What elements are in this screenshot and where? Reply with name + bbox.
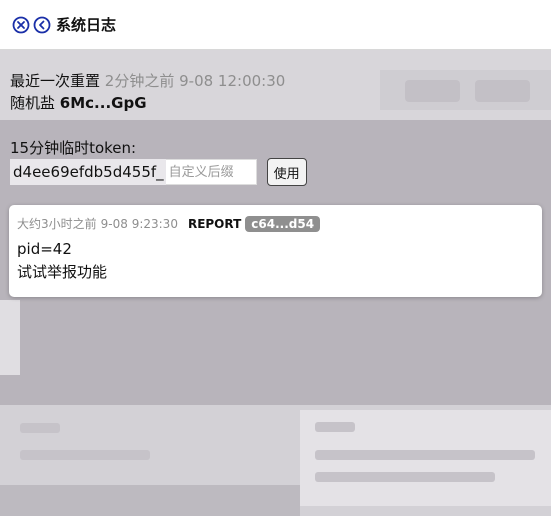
token-row: d4ee69efdb5d455f_ 使用 [10,158,307,186]
token-suffix-input[interactable] [165,159,257,185]
token-value: d4ee69efdb5d455f_ [10,159,166,185]
salt-value: 6Mc...GpG [59,94,147,112]
salt-row: 随机盐 6Mc...GpG [10,92,540,114]
background-panel [0,300,20,375]
background-panel [0,485,300,516]
log-line: 试试举报功能 [17,263,108,281]
close-icon[interactable] [12,16,30,34]
log-entry-card: 大约3小时之前 9-08 9:23:30 REPORT c64...d54 pi… [9,205,542,297]
background-panel [300,410,551,506]
use-token-button[interactable]: 使用 [266,158,307,186]
background-line [315,422,355,432]
reset-timestamp: 9-08 12:00:30 [179,72,286,90]
background-line [20,423,60,433]
log-line: pid=42 [17,240,72,258]
reset-label: 最近一次重置 [10,72,101,90]
background-line [20,450,150,460]
header-bar: 系统日志 [0,0,551,50]
reset-relative-time: 2分钟之前 [104,72,175,90]
system-info: 最近一次重置 2分钟之前 9-08 12:00:30 随机盐 6Mc...GpG [10,70,540,114]
log-timestamp: 9-08 9:23:30 [100,216,178,231]
log-type: REPORT [187,216,242,231]
background-line [315,472,495,482]
background-line [315,450,535,460]
token-label: 15分钟临时token: [10,139,137,157]
back-icon[interactable] [33,16,51,34]
salt-label: 随机盐 [10,94,56,112]
log-hash-badge: c64...d54 [245,215,321,232]
log-body: pid=42 试试举报功能 [17,238,107,284]
log-relative-time: 大约3小时之前 [17,217,97,231]
page-title: 系统日志 [56,16,117,34]
reset-row: 最近一次重置 2分钟之前 9-08 12:00:30 [10,70,540,92]
log-meta: 大约3小时之前 9-08 9:23:30 REPORT c64...d54 [17,215,321,232]
